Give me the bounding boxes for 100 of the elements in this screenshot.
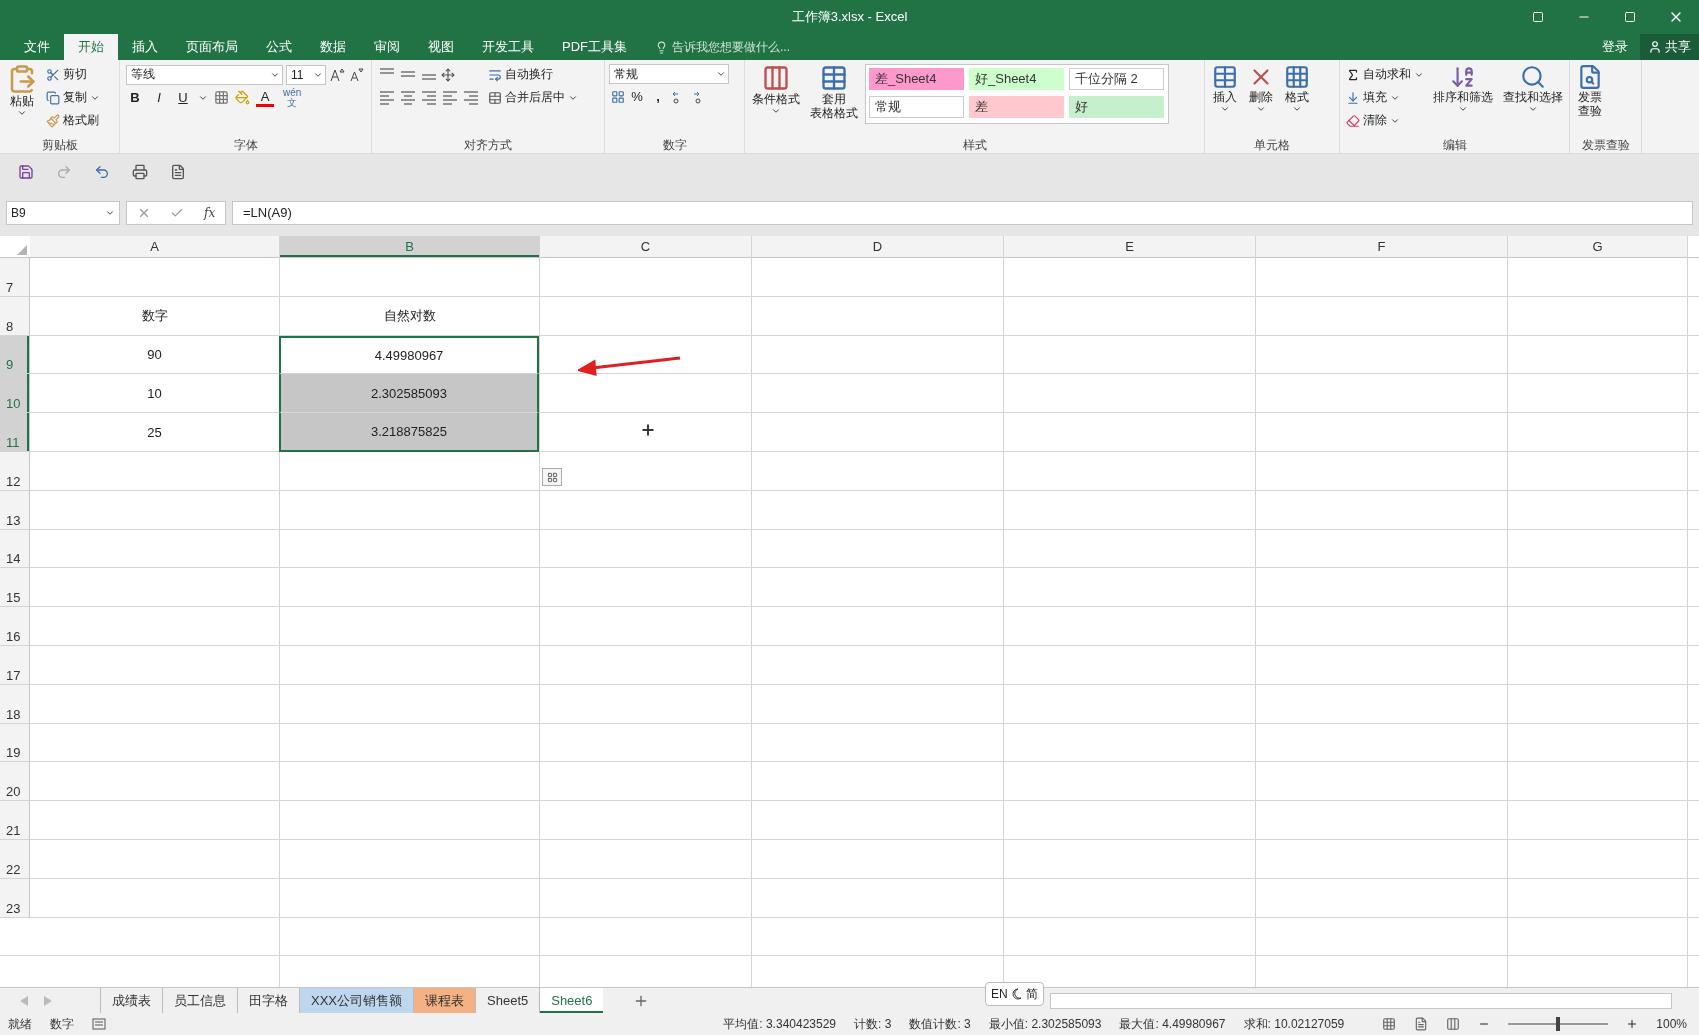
zoom-level[interactable]: 100%: [1656, 1017, 1687, 1031]
undo-icon[interactable]: [94, 163, 110, 180]
fill-color-icon[interactable]: [235, 90, 250, 105]
fill-button[interactable]: 填充: [1344, 87, 1426, 108]
merge-center-button[interactable]: 合并后居中: [486, 87, 580, 108]
prev-sheet-icon[interactable]: [20, 995, 28, 1006]
conditional-format-button[interactable]: 条件格式: [749, 64, 803, 137]
ribbon-tab[interactable]: 插入: [118, 34, 172, 60]
shrink-font-icon[interactable]: [348, 66, 364, 83]
underline-button[interactable]: U: [174, 87, 192, 108]
row-header[interactable]: 7: [0, 258, 30, 297]
row-header[interactable]: 15: [0, 568, 30, 608]
sheet-tab[interactable]: 课程表: [413, 988, 475, 1013]
align-icon[interactable]: [420, 88, 438, 107]
paste-button[interactable]: 粘贴: [4, 64, 40, 137]
redo-icon[interactable]: [56, 163, 72, 180]
insert-function-button[interactable]: fx: [204, 205, 216, 220]
invoice-check-button[interactable]: 发票 查验: [1574, 64, 1606, 137]
font-name-field[interactable]: 等线: [126, 64, 283, 85]
row-header[interactable]: 22: [0, 839, 30, 879]
number-format-field[interactable]: 常规: [609, 64, 729, 84]
row-header[interactable]: 21: [0, 801, 30, 840]
orientation-icon[interactable]: [441, 67, 455, 82]
align-icon[interactable]: [462, 88, 480, 107]
sheet-tab[interactable]: XXX公司销售额: [299, 988, 413, 1013]
ribbon-tab[interactable]: 视图: [414, 34, 468, 60]
row-header[interactable]: 23: [0, 878, 30, 918]
ime-indicator[interactable]: EN 简: [985, 982, 1044, 1006]
delete-cells-button[interactable]: 删除: [1245, 64, 1277, 137]
zoom-thumb[interactable]: [1556, 1017, 1561, 1031]
align-icon[interactable]: [378, 88, 396, 107]
row-header[interactable]: 18: [0, 684, 30, 724]
bold-button[interactable]: B: [126, 87, 144, 108]
cell-style[interactable]: 差_Sheet4: [869, 68, 964, 90]
font-size-field[interactable]: 11: [286, 64, 326, 85]
row-header[interactable]: 10: [0, 374, 30, 414]
cell-style[interactable]: 差: [969, 96, 1064, 118]
next-sheet-icon[interactable]: [44, 995, 52, 1006]
name-box[interactable]: B9: [6, 200, 120, 225]
sign-in-link[interactable]: 登录: [1590, 34, 1640, 60]
find-select-button[interactable]: 查找和选择: [1500, 64, 1566, 137]
ribbon-tab[interactable]: 开始: [64, 34, 118, 60]
clear-button[interactable]: 清除: [1344, 110, 1426, 131]
grow-font-icon[interactable]: [329, 66, 345, 83]
column-header[interactable]: D: [752, 236, 1004, 257]
format-cells-button[interactable]: 格式: [1281, 64, 1313, 137]
comma-button[interactable]: ,: [649, 86, 667, 107]
print-icon[interactable]: [132, 163, 148, 180]
column-header[interactable]: C: [540, 236, 752, 257]
row-header[interactable]: 9: [0, 335, 30, 375]
ribbon-tab[interactable]: 审阅: [360, 34, 414, 60]
ribbon-tab[interactable]: 数据: [306, 34, 360, 60]
row-header[interactable]: 20: [0, 762, 30, 802]
save-icon[interactable]: [18, 163, 34, 180]
ribbon-tab[interactable]: PDF工具集: [548, 34, 641, 60]
row-header[interactable]: 14: [0, 529, 30, 569]
sort-filter-button[interactable]: 排序和筛选: [1430, 64, 1496, 137]
page-break-icon[interactable]: [1446, 1017, 1461, 1031]
align-icon[interactable]: [441, 88, 459, 107]
border-icon[interactable]: [214, 90, 229, 105]
row-header[interactable]: 12: [0, 452, 30, 491]
row-header[interactable]: 16: [0, 607, 30, 646]
phonetic-button[interactable]: wén 文: [280, 87, 305, 108]
insert-cells-button[interactable]: 插入: [1209, 64, 1241, 137]
copy-button[interactable]: 复制: [44, 87, 102, 108]
align-icon[interactable]: [399, 88, 417, 107]
column-header[interactable]: A: [30, 236, 280, 257]
format-as-table-button[interactable]: 套用 表格格式: [807, 64, 861, 137]
row-header[interactable]: 13: [0, 490, 30, 530]
page-layout-icon[interactable]: [1414, 1017, 1429, 1031]
italic-button[interactable]: I: [150, 87, 168, 108]
column-header[interactable]: F: [1256, 236, 1508, 257]
row-header[interactable]: 17: [0, 645, 30, 685]
horizontal-scrollbar[interactable]: [1050, 993, 1672, 1009]
quick-analysis-icon[interactable]: [542, 468, 562, 486]
formula-field[interactable]: =LN(A9): [232, 200, 1693, 225]
row-header[interactable]: 8: [0, 296, 30, 336]
format-painter-button[interactable]: 格式刷: [44, 110, 102, 131]
cut-button[interactable]: 剪切: [44, 64, 102, 85]
zoom-in-icon[interactable]: [1626, 1018, 1639, 1030]
font-color-button[interactable]: A: [256, 88, 274, 107]
column-header[interactable]: G: [1508, 236, 1688, 257]
autosum-button[interactable]: 自动求和: [1344, 64, 1426, 85]
percent-button[interactable]: %: [628, 86, 646, 107]
print-preview-icon[interactable]: [170, 163, 186, 180]
cell-style[interactable]: 常规: [869, 96, 964, 118]
tell-me-search[interactable]: 告诉我您想要做什么...: [655, 34, 790, 60]
normal-view-icon[interactable]: [1382, 1017, 1397, 1031]
wrap-text-button[interactable]: 自动换行: [486, 64, 580, 85]
cell-style[interactable]: 好_Sheet4: [969, 68, 1064, 90]
row-header[interactable]: 11: [0, 413, 30, 452]
cell-style[interactable]: 千位分隔 2: [1069, 68, 1164, 90]
sheet-tab[interactable]: Sheet6: [539, 988, 604, 1013]
cell-style[interactable]: 好: [1069, 96, 1164, 118]
share-button[interactable]: 共享: [1640, 34, 1699, 60]
ribbon-tab[interactable]: 公式: [252, 34, 306, 60]
ribbon-tab[interactable]: 文件: [10, 34, 64, 60]
macro-record-icon[interactable]: [92, 1018, 106, 1030]
column-header[interactable]: E: [1004, 236, 1256, 257]
ribbon-tab[interactable]: 开发工具: [468, 34, 548, 60]
